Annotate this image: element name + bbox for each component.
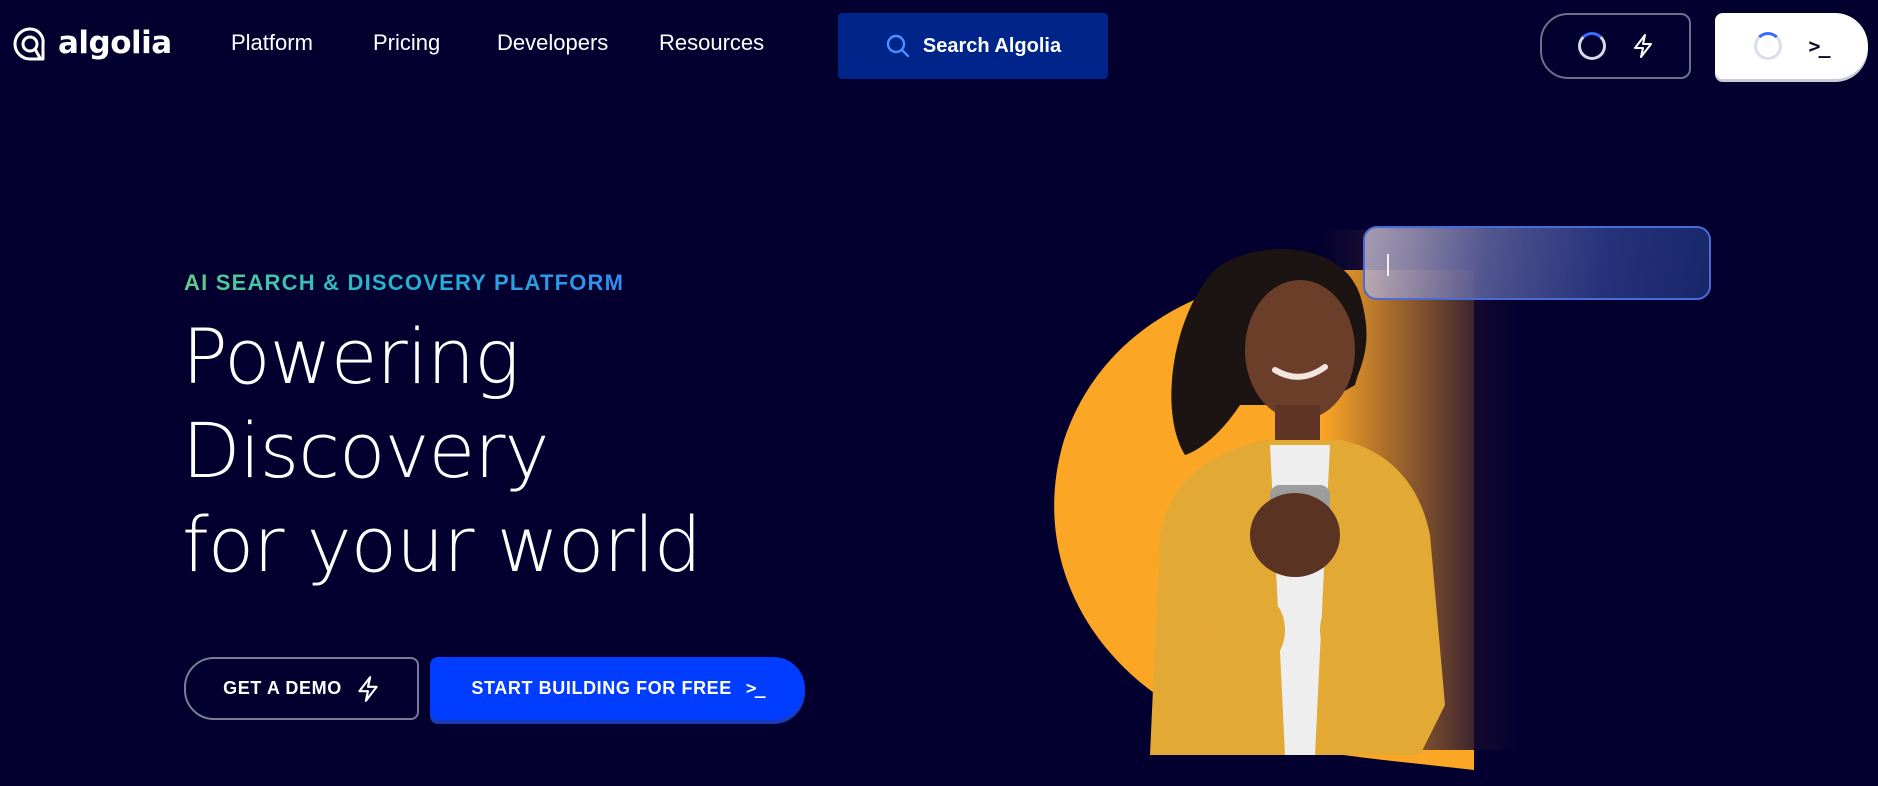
get-a-demo-label: GET A DEMO — [223, 678, 342, 698]
nav-link-pricing[interactable]: Pricing — [373, 30, 440, 56]
terminal-prompt-icon: >_ — [745, 678, 766, 699]
nav-start-building-button[interactable]: >_ — [1715, 13, 1868, 79]
lightning-bolt-icon — [1633, 34, 1652, 58]
algolia-logo[interactable]: algolia — [12, 26, 172, 64]
hero-eyebrow: AI SEARCH & DISCOVERY PLATFORM — [184, 270, 625, 295]
top-navigation: algolia Platform Pricing Developers Reso… — [0, 0, 1878, 92]
start-building-label: START BUILDING FOR FREE — [471, 678, 732, 698]
start-building-for-free-button[interactable]: START BUILDING FOR FREE >_ — [430, 657, 805, 720]
headline-line: Discovery — [182, 406, 549, 495]
get-a-demo-button[interactable]: GET A DEMO — [184, 657, 419, 720]
terminal-prompt-icon: >_ — [1808, 34, 1830, 58]
hero-headline: Powering Discovery for your world — [182, 310, 702, 592]
brand-name: algolia — [58, 24, 172, 61]
headline-line: for your world — [182, 500, 702, 589]
nav-link-resources[interactable]: Resources — [659, 30, 764, 56]
text-caret — [1387, 254, 1389, 276]
hero-person-image — [1150, 249, 1445, 755]
lightning-bolt-icon — [358, 675, 378, 702]
headline-line: Powering — [182, 312, 520, 401]
nav-link-platform[interactable]: Platform — [231, 30, 313, 56]
search-icon — [886, 34, 910, 58]
search-button-label: Search Algolia — [922, 34, 1062, 57]
loading-spinner-icon — [1754, 32, 1783, 60]
nav-get-demo-button[interactable] — [1540, 13, 1691, 79]
search-algolia-button[interactable]: Search Algolia — [838, 13, 1108, 79]
nav-link-developers[interactable]: Developers — [497, 30, 608, 56]
ai-search-input[interactable] — [1363, 226, 1711, 300]
loading-spinner-icon — [1577, 32, 1606, 60]
hero-visual — [1030, 210, 1730, 770]
algolia-mark-icon — [13, 27, 45, 61]
